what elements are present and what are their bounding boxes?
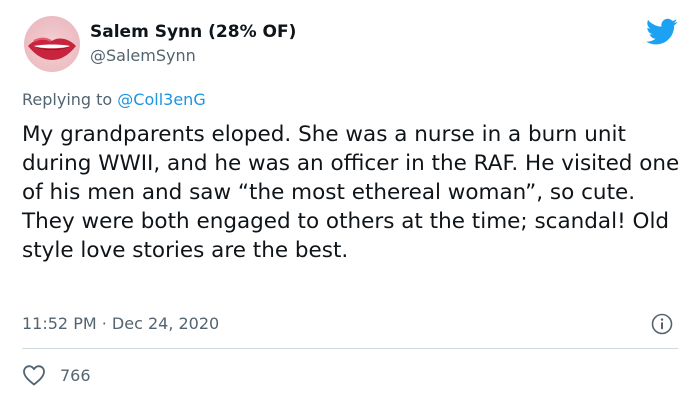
replying-to: Replying to @Coll3enG [22, 90, 206, 109]
avatar[interactable] [24, 16, 80, 72]
info-icon[interactable] [650, 312, 674, 336]
heart-icon [23, 365, 45, 386]
divider [22, 348, 678, 349]
like-button[interactable]: 766 [22, 364, 91, 386]
author-handle[interactable]: @SalemSynn [90, 46, 196, 65]
author-display-name[interactable]: Salem Synn (28% OF) [90, 22, 296, 42]
like-count: 766 [60, 365, 91, 385]
reply-target-link[interactable]: @Coll3enG [117, 90, 205, 109]
replying-to-label: Replying to [22, 90, 118, 109]
tweet-text: My grandparents eloped. She was a nurse … [22, 122, 680, 263]
tweet-timestamp[interactable]: 11:52 PM · Dec 24, 2020 [22, 314, 219, 333]
twitter-bird-icon[interactable] [646, 18, 678, 46]
